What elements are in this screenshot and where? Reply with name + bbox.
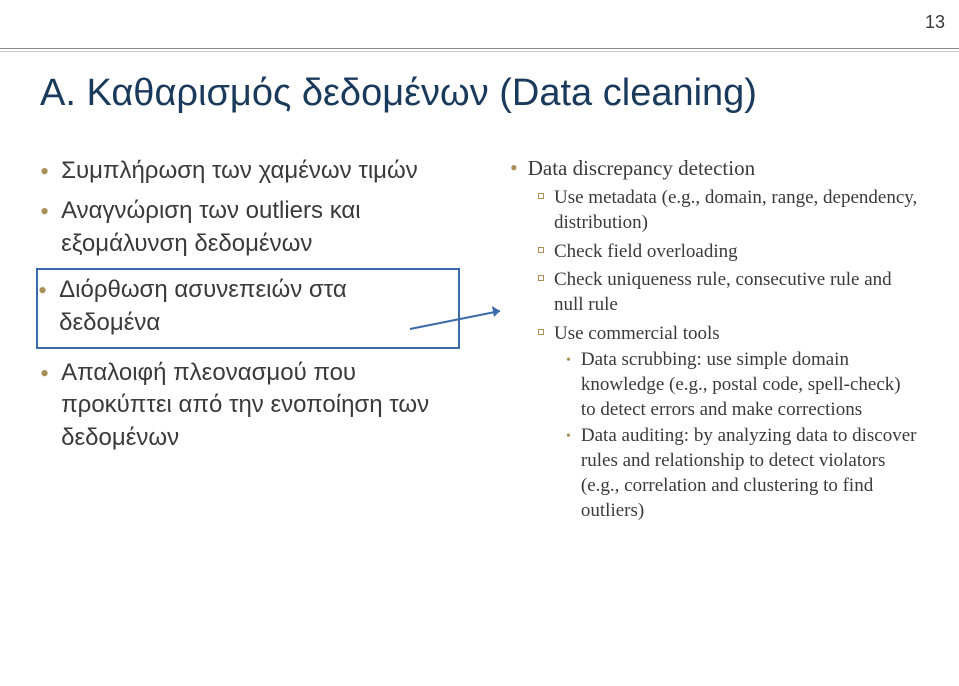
bullet-text: Data scrubbing: use simple domain knowle… [581, 348, 920, 422]
square-bullet-icon [538, 193, 544, 199]
page-number: 13 [925, 12, 945, 33]
sub-bullet-item: Use metadata (e.g., domain, range, depen… [538, 186, 920, 235]
bullet-text: Use commercial tools [554, 322, 720, 347]
bullet-item: • Διόρθωση ασυνεπειών στα δεδομένα [38, 274, 452, 339]
bullet-item: • Αναγνώριση των outliers και εξομάλυνση… [40, 195, 460, 260]
bullet-icon: • [40, 159, 49, 187]
small-bullet-icon: • [566, 352, 571, 422]
bullet-text: Απαλοιφή πλεονασμού που προκύπτει από τη… [61, 357, 460, 454]
bullet-icon: • [40, 199, 49, 260]
bullet-icon: • [510, 157, 518, 182]
bullet-item: • Απαλοιφή πλεονασμού που προκύπτει από … [40, 357, 460, 454]
bullet-item: • Συμπλήρωση των χαμένων τιμών [40, 155, 460, 187]
sub-sub-bullet-item: • Data auditing: by analyzing data to di… [566, 424, 920, 523]
sub-sub-bullet-item: • Data scrubbing: use simple domain know… [566, 348, 920, 422]
square-bullet-icon [538, 247, 544, 253]
bullet-text: Διόρθωση ασυνεπειών στα δεδομένα [59, 274, 452, 339]
left-column: • Συμπλήρωση των χαμένων τιμών • Αναγνώρ… [40, 155, 460, 462]
bullet-text: Data discrepancy detection [528, 155, 755, 182]
sub-bullet-item: Check field overloading [538, 240, 920, 265]
highlighted-box: • Διόρθωση ασυνεπειών στα δεδομένα [36, 268, 460, 349]
bullet-text: Check uniqueness rule, consecutive rule … [554, 268, 920, 317]
top-divider [0, 48, 959, 52]
bullet-item: • Data discrepancy detection [510, 155, 920, 182]
bullet-icon: • [40, 361, 49, 454]
sub-bullet-item: Check uniqueness rule, consecutive rule … [538, 268, 920, 317]
bullet-text: Use metadata (e.g., domain, range, depen… [554, 186, 920, 235]
bullet-text: Check field overloading [554, 240, 738, 265]
square-bullet-icon [538, 329, 544, 335]
bullet-text: Data auditing: by analyzing data to disc… [581, 424, 920, 523]
bullet-icon: • [38, 278, 47, 339]
bullet-text: Συμπλήρωση των χαμένων τιμών [61, 155, 418, 187]
bullet-text: Αναγνώριση των outliers και εξομάλυνση δ… [61, 195, 460, 260]
slide-title: A. Καθαρισμός δεδομένων (Data cleaning) [40, 72, 757, 115]
right-column: • Data discrepancy detection Use metadat… [510, 155, 920, 523]
square-bullet-icon [538, 275, 544, 281]
sub-bullet-item: Use commercial tools [538, 322, 920, 347]
small-bullet-icon: • [566, 428, 571, 523]
